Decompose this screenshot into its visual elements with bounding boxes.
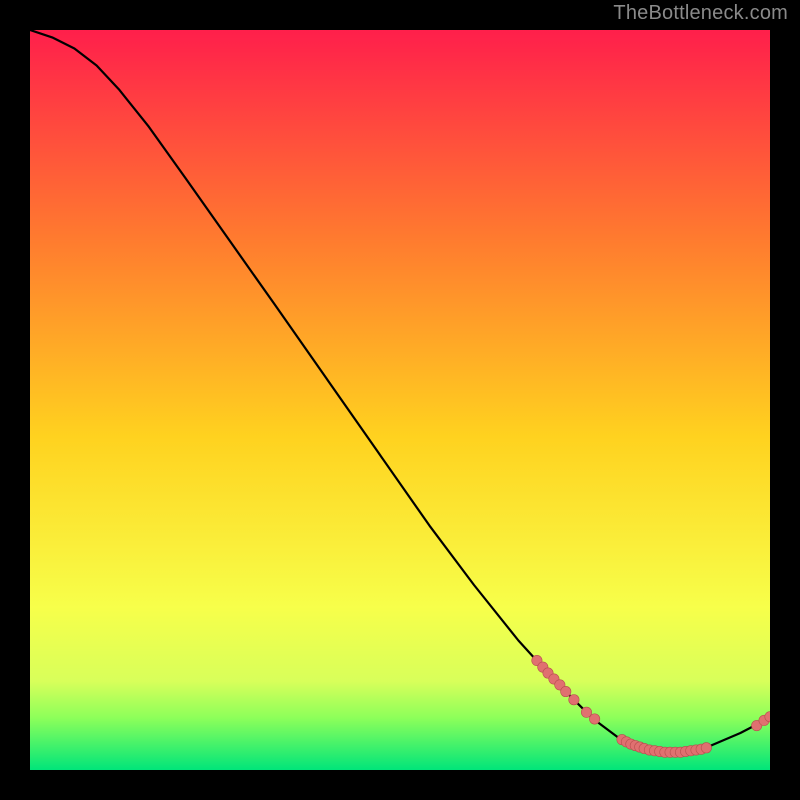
chart-container: TheBottleneck.com [0, 0, 800, 800]
attribution-label: TheBottleneck.com [613, 2, 788, 25]
data-point [589, 714, 599, 724]
chart-background [30, 30, 770, 770]
data-point [701, 743, 711, 753]
data-point [569, 695, 579, 705]
bottleneck-curve-chart [30, 30, 770, 770]
data-point [561, 686, 571, 696]
